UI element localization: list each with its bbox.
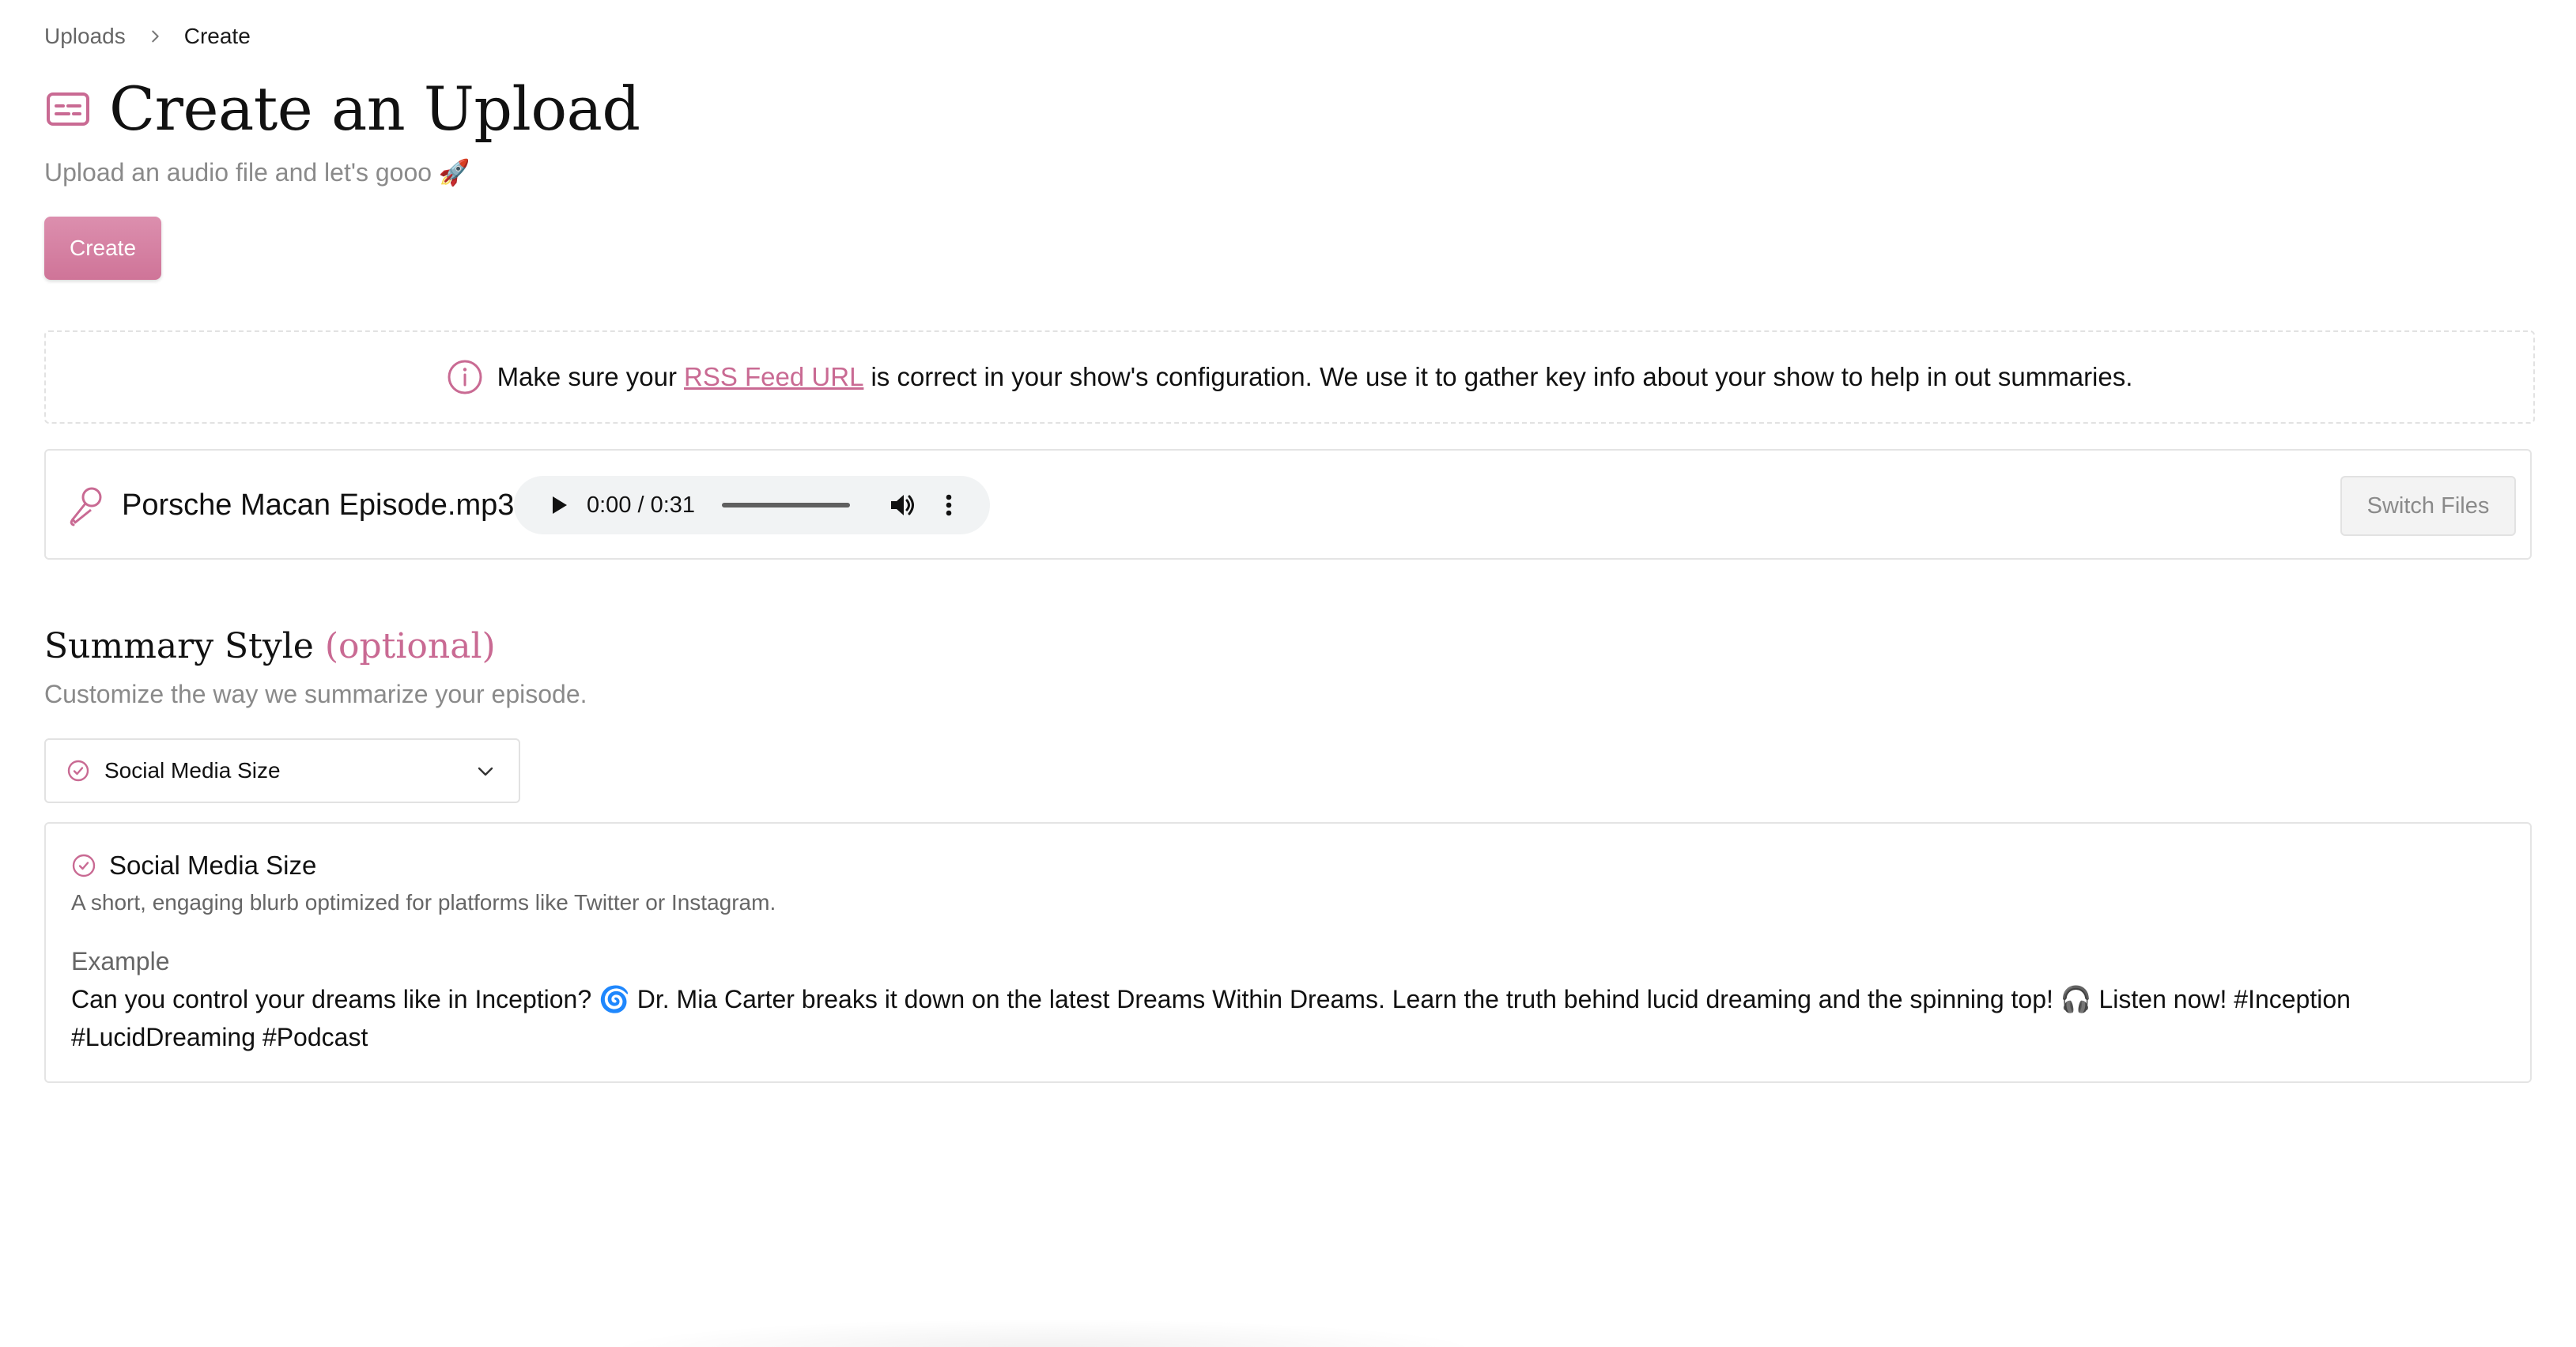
example-text: Can you control your dreams like in Ince… [71, 985, 2351, 1051]
detail-header: Social Media Size [71, 851, 316, 881]
notice-text-before: Make sure your [497, 362, 677, 391]
detail-title: Social Media Size [109, 851, 317, 880]
check-circle-icon [66, 759, 90, 783]
file-name: Porsche Macan Episode.mp3 [122, 489, 515, 522]
audio-progress-slider[interactable] [722, 503, 851, 507]
volume-icon[interactable] [886, 489, 918, 521]
summary-style-description: Customize the way we summarize your epis… [44, 680, 587, 708]
caption-card-icon [44, 85, 92, 133]
breadcrumb: Uploads Create [44, 21, 251, 52]
chevron-down-icon [474, 760, 497, 783]
breadcrumb-current: Create [183, 24, 251, 48]
optional-label: (optional) [324, 626, 496, 666]
play-icon[interactable] [542, 489, 574, 521]
rss-notice: Make sure your RSS Feed URL is correct i… [44, 330, 2535, 424]
summary-style-selected-value: Social Media Size [104, 758, 281, 783]
create-button[interactable]: Create [44, 217, 161, 280]
example-label: Example [71, 947, 170, 975]
check-circle-icon [71, 853, 96, 878]
summary-style-select[interactable]: Social Media Size [44, 738, 520, 803]
file-card: Porsche Macan Episode.mp3 0:00 / 0:31 Sw… [44, 449, 2532, 560]
detail-description: A short, engaging blurb optimized for pl… [71, 890, 776, 915]
rss-feed-url-link[interactable]: RSS Feed URL [684, 362, 863, 392]
summary-style-heading: Summary Style (optional) [44, 623, 496, 670]
page-title: Create an Upload [109, 74, 640, 144]
bottom-shadow [601, 1319, 1486, 1347]
microphone-icon [66, 485, 106, 526]
breadcrumb-uploads-link[interactable]: Uploads [44, 21, 126, 52]
switch-files-button[interactable]: Switch Files [2340, 476, 2516, 536]
more-options-icon[interactable] [937, 489, 961, 521]
page-subtitle: Upload an audio file and let's gooo 🚀 [44, 158, 470, 187]
title-row: Create an Upload [44, 71, 640, 147]
audio-player[interactable]: 0:00 / 0:31 [514, 476, 990, 534]
chevron-right-icon [146, 28, 164, 45]
info-circle-icon [447, 359, 483, 395]
audio-time: 0:00 / 0:31 [587, 492, 696, 518]
summary-style-title: Summary Style [44, 626, 314, 666]
summary-style-detail-card: Social Media Size A short, engaging blur… [44, 822, 2532, 1083]
notice-text-after: is correct in your show's configuration.… [871, 362, 2133, 391]
